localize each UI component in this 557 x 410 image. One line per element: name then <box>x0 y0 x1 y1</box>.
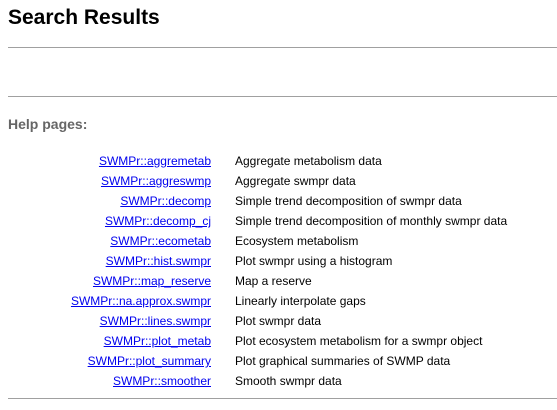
table-row: SWMPr::aggreswmp Aggregate swmpr data <box>0 171 557 191</box>
top-divider <box>8 47 557 48</box>
help-description: Map a reserve <box>235 274 312 288</box>
table-row: SWMPr::decomp_cj Simple trend decomposit… <box>0 211 557 231</box>
table-row: SWMPr::ecometab Ecosystem metabolism <box>0 231 557 251</box>
help-description: Plot swmpr data <box>235 314 322 328</box>
help-link-smoother[interactable]: SWMPr::smoother <box>113 374 211 388</box>
table-row: SWMPr::smoother Smooth swmpr data <box>0 371 557 391</box>
help-description: Plot swmpr using a histogram <box>235 254 393 268</box>
table-row: SWMPr::decomp Simple trend decomposition… <box>0 191 557 211</box>
section-divider <box>8 96 557 97</box>
help-link-hist-swmpr[interactable]: SWMPr::hist.swmpr <box>106 254 211 268</box>
table-row: SWMPr::hist.swmpr Plot swmpr using a his… <box>0 251 557 271</box>
help-description: Simple trend decomposition of monthly sw… <box>235 214 508 228</box>
help-description: Plot graphical summaries of SWMP data <box>235 354 451 368</box>
table-row: SWMPr::lines.swmpr Plot swmpr data <box>0 311 557 331</box>
table-row: SWMPr::plot_summary Plot graphical summa… <box>0 351 557 371</box>
table-row: SWMPr::na.approx.swmpr Linearly interpol… <box>0 291 557 311</box>
results-table: SWMPr::aggremetab Aggregate metabolism d… <box>0 151 557 391</box>
help-link-aggreswmp[interactable]: SWMPr::aggreswmp <box>101 174 211 188</box>
table-row: SWMPr::plot_metab Plot ecosystem metabol… <box>0 331 557 351</box>
table-row: SWMPr::aggremetab Aggregate metabolism d… <box>0 151 557 171</box>
help-description: Aggregate swmpr data <box>235 174 356 188</box>
help-link-plot-metab[interactable]: SWMPr::plot_metab <box>104 334 211 348</box>
help-link-map-reserve[interactable]: SWMPr::map_reserve <box>93 274 211 288</box>
help-link-decomp[interactable]: SWMPr::decomp <box>120 194 211 208</box>
help-link-decomp-cj[interactable]: SWMPr::decomp_cj <box>105 214 211 228</box>
help-pages-heading: Help pages: <box>8 116 88 132</box>
help-description: Linearly interpolate gaps <box>235 294 366 308</box>
help-link-ecometab[interactable]: SWMPr::ecometab <box>110 234 211 248</box>
table-row: SWMPr::map_reserve Map a reserve <box>0 271 557 291</box>
help-description: Ecosystem metabolism <box>235 234 359 248</box>
help-link-plot-summary[interactable]: SWMPr::plot_summary <box>88 354 211 368</box>
help-description: Plot ecosystem metabolism for a swmpr ob… <box>235 334 483 348</box>
help-description: Simple trend decomposition of swmpr data <box>235 194 462 208</box>
help-description: Aggregate metabolism data <box>235 154 382 168</box>
help-link-lines-swmpr[interactable]: SWMPr::lines.swmpr <box>100 314 211 328</box>
bottom-divider <box>8 398 557 399</box>
help-description: Smooth swmpr data <box>235 374 342 388</box>
help-link-na-approx-swmpr[interactable]: SWMPr::na.approx.swmpr <box>71 294 211 308</box>
page-title: Search Results <box>8 6 160 29</box>
help-link-aggremetab[interactable]: SWMPr::aggremetab <box>99 154 211 168</box>
